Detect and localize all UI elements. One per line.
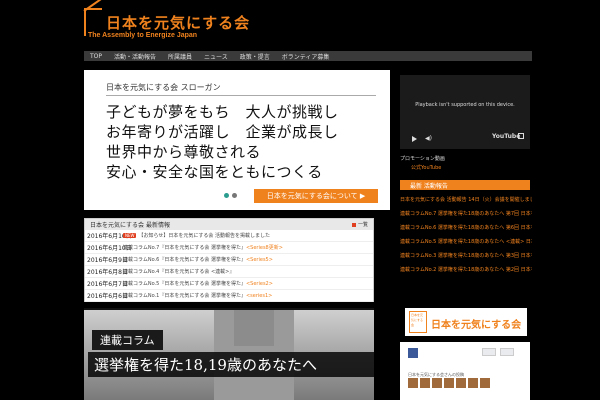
news-date: 2016年6月6日 — [87, 293, 128, 300]
news-box: 日本を元気にする会 最新情報 一覧 2016年6月16日 NEW 【お知らせ】日… — [84, 218, 374, 302]
news-text: 連載コラムNo.1『日本を元気にする会 選挙権を得た』<series1> — [123, 293, 273, 299]
fullscreen-icon[interactable] — [518, 133, 524, 139]
slider-dots — [224, 193, 237, 198]
logo-subtitle: The Assembly to Energize Japan — [88, 32, 198, 39]
slider-dot[interactable] — [232, 193, 237, 198]
slogan-line: 安心・安全な国をともにつくる — [106, 163, 323, 181]
sidebar-logo-banner[interactable]: 日本を元気にする会 日本を元気にする会 — [405, 308, 527, 336]
news-date: 2016年6月16日 — [87, 233, 132, 240]
sidebar-item[interactable]: 連載コラムNo.5 選挙権を得た18歳のあなたへ <連載> 日本を元気にする会 — [400, 238, 532, 252]
avatar[interactable] — [444, 378, 454, 388]
news-row[interactable]: 2016年6月6日 連載コラムNo.1『日本を元気にする会 選挙権を得た』<se… — [85, 290, 373, 302]
nav-item-top[interactable]: TOP — [90, 53, 102, 60]
banner-title: 選挙権を得た18,19歳のあなたへ — [88, 352, 374, 377]
sidebar-logo-text: 日本を元気にする会 — [431, 320, 522, 331]
arrow-icon — [351, 222, 356, 227]
slogan-card: 日本を元気にする会 スローガン 子どもが夢をもち 大人が挑戦し お年寄りが活躍し… — [84, 70, 390, 210]
nav-item-policy[interactable]: 政策・提言 — [240, 52, 270, 61]
nav-item-news[interactable]: ニュース — [204, 52, 228, 61]
column-banner[interactable]: 連載コラム 選挙権を得た18,19歳のあなたへ — [84, 308, 374, 400]
news-more-link[interactable]: 一覧 — [351, 221, 368, 228]
avatar[interactable] — [468, 378, 478, 388]
news-row[interactable]: 2016年6月8日 連載コラムNo.4『日本を元気にする会 <連載>』 — [85, 266, 373, 278]
news-row[interactable]: 2016年6月7日 連載コラムNo.5『日本を元気にする会 選挙権を得た』<Se… — [85, 278, 373, 290]
sidebar-item[interactable]: 連載コラムNo.3 選挙権を得た18歳のあなたへ 第3回 日本を元気にする会 — [400, 252, 532, 266]
divider — [106, 95, 376, 96]
about-button[interactable]: 日本を元気にする会について ▶ — [254, 189, 378, 203]
facebook-widget: 日本を元気にする会さんの投稿 — [400, 342, 530, 400]
news-text: 【お知らせ】日本を元気にする会 活動報告を掲載しました — [138, 233, 271, 239]
nav-item-activities[interactable]: 活動・活動報告 — [114, 52, 156, 61]
slogan-line: お年寄りが活躍し 企業が成長し — [106, 123, 339, 141]
site-logo[interactable]: 日本を元気にする会 The Assembly to Energize Japan — [83, 0, 249, 46]
news-text: 連載コラムNo.7『日本を元気にする会 選挙権を得た』<Series8更新> — [123, 245, 283, 251]
logo-mark: 日本を元気にする会 — [409, 311, 427, 333]
news-row[interactable]: 2016年6月10日 連載コラムNo.7『日本を元気にする会 選挙権を得た』<S… — [85, 242, 373, 254]
banner-tag: 連載コラム — [92, 330, 163, 350]
slogan-heading: 日本を元気にする会 スローガン — [106, 83, 221, 92]
nav-item-members[interactable]: 所属議員 — [168, 52, 192, 61]
slider-dot-active[interactable] — [224, 193, 229, 198]
news-date: 2016年6月8日 — [87, 269, 128, 276]
sidebar-item[interactable]: 連載コラムNo.7 選挙権を得た18歳のあなたへ 第7回 日本を元気にする会 — [400, 210, 532, 224]
youtube-icon[interactable]: YouTube — [492, 133, 520, 140]
news-header: 日本を元気にする会 最新情報 一覧 — [85, 219, 373, 230]
share-button[interactable] — [500, 348, 514, 356]
video-message: Playback isn't supported on this device. — [415, 102, 515, 108]
slogan-line: 子どもが夢をもち 大人が挑戦し — [106, 103, 339, 121]
sidebar-heading: 最新 活動報告 — [400, 180, 530, 190]
fan-faces — [408, 378, 490, 388]
sidebar-item[interactable]: 日本を元気にする会 活動報告 14日（火）会議を開催しました — [400, 196, 532, 210]
news-title: 日本を元気にする会 最新情報 — [90, 222, 170, 229]
news-date: 2016年6月7日 — [87, 281, 128, 288]
video-player[interactable]: Playback isn't supported on this device.… — [400, 75, 530, 149]
news-date: 2016年6月9日 — [87, 257, 128, 264]
video-caption: プロモーション動画 — [400, 156, 445, 162]
nav-item-volunteer[interactable]: ボランティア募集 — [282, 52, 330, 61]
sidebar-item[interactable]: 連載コラムNo.6 選挙権を得た18歳のあなたへ 第6回 日本を元気にする会 — [400, 224, 532, 238]
news-text: 連載コラムNo.4『日本を元気にする会 <連載>』 — [123, 269, 235, 275]
play-icon[interactable] — [412, 135, 417, 142]
avatar[interactable] — [420, 378, 430, 388]
volume-icon[interactable]: ◀) — [425, 135, 432, 142]
slogan-line: 世界中から尊敬される — [106, 143, 262, 161]
news-text: 連載コラムNo.5『日本を元気にする会 選挙権を得た』<Series2> — [123, 281, 273, 287]
news-row[interactable]: 2016年6月16日 NEW 【お知らせ】日本を元気にする会 活動報告を掲載しま… — [85, 230, 373, 242]
news-text: 連載コラムNo.6『日本を元気にする会 選挙権を得た』<Series5> — [123, 257, 273, 263]
news-more-label: 一覧 — [357, 222, 368, 228]
building-tower — [234, 310, 274, 346]
slogan-text: 子どもが夢をもち 大人が挑戦し お年寄りが活躍し 企業が成長し 世界中から尊敬さ… — [106, 102, 386, 182]
avatar[interactable] — [456, 378, 466, 388]
video-controls: ◀) — [412, 135, 432, 142]
news-row[interactable]: 2016年6月9日 連載コラムNo.6『日本を元気にする会 選挙権を得た』<Se… — [85, 254, 373, 266]
new-badge: NEW — [123, 233, 137, 238]
avatar[interactable] — [480, 378, 490, 388]
avatar[interactable] — [432, 378, 442, 388]
logo-title: 日本を元気にする会 — [106, 14, 251, 32]
like-button[interactable] — [482, 348, 496, 356]
sidebar-item[interactable]: 連載コラムNo.2 選挙権を得た18歳のあなたへ 第2回 日本を元気にする会 — [400, 266, 532, 280]
sidebar-list: 日本を元気にする会 活動報告 14日（火）会議を開催しました 連載コラムNo.7… — [400, 196, 532, 280]
news-date: 2016年6月10日 — [87, 245, 132, 252]
main-nav: TOP 活動・活動報告 所属議員 ニュース 政策・提言 ボランティア募集 — [84, 51, 532, 61]
avatar[interactable] — [408, 378, 418, 388]
youtube-link[interactable]: 公式YouTube — [411, 164, 441, 171]
facebook-icon[interactable] — [408, 348, 418, 358]
